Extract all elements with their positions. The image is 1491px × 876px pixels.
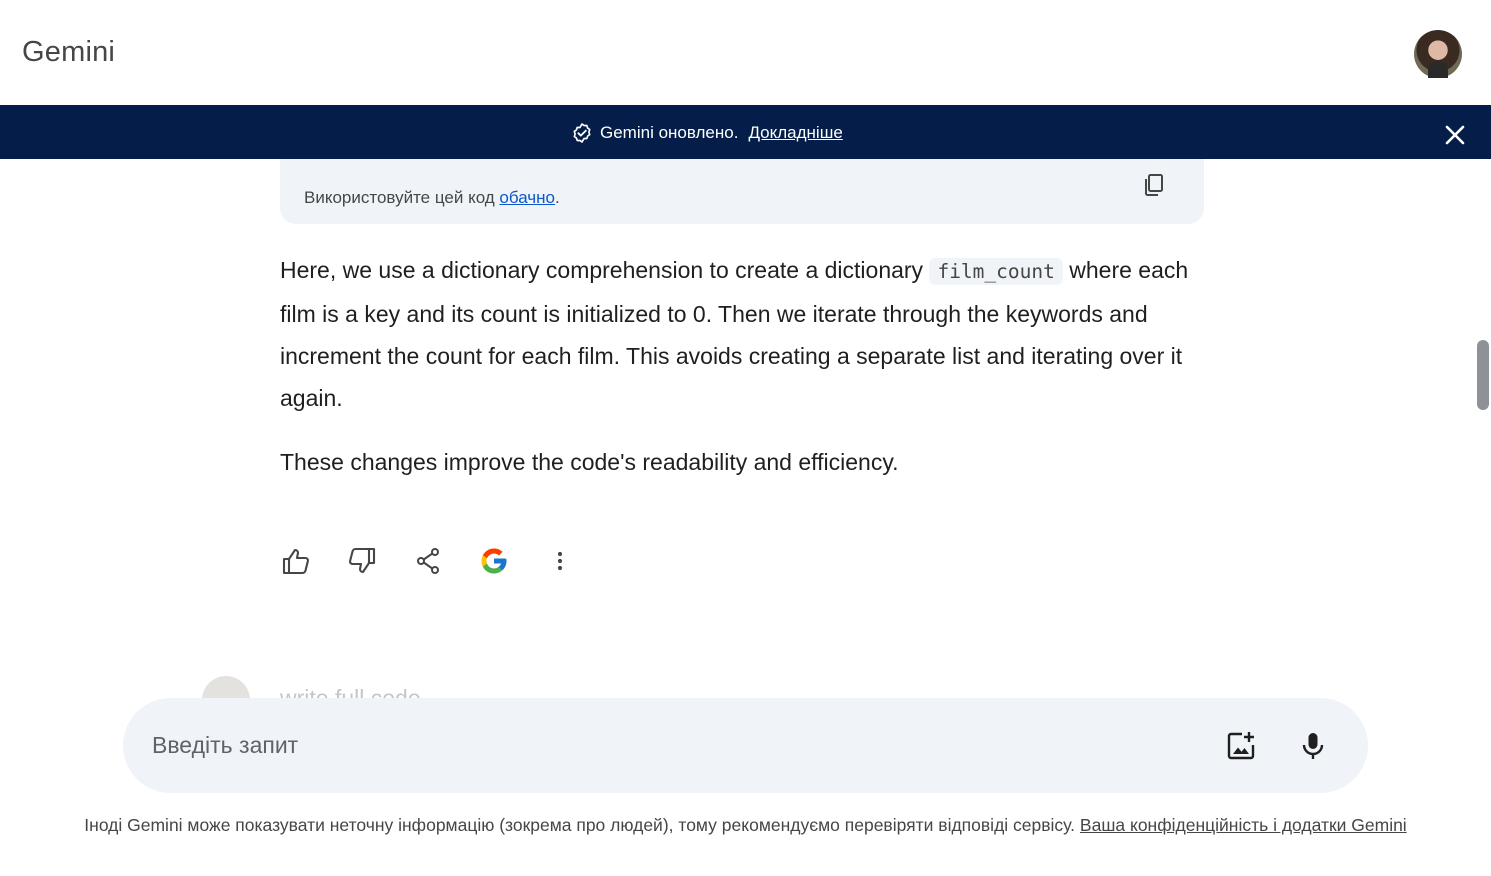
code-note-suffix: .: [555, 188, 560, 207]
banner-message: Gemini оновлено.: [600, 123, 739, 142]
banner-learn-more-link[interactable]: Докладніше: [748, 123, 842, 143]
update-banner: Gemini оновлено. Докладніше: [0, 105, 1491, 159]
para1-text-before: Here, we use a dictionary comprehension …: [280, 257, 930, 283]
previous-prompt-avatar: [202, 676, 250, 698]
mic-icon[interactable]: [1297, 730, 1329, 762]
prompt-input[interactable]: [152, 728, 1192, 762]
response-paragraph-2: These changes improve the code's readabi…: [280, 449, 899, 475]
thumbs-up-button[interactable]: [280, 545, 312, 577]
privacy-link[interactable]: Ваша конфіденційність і додатки Gemini: [1080, 815, 1407, 835]
code-caution-note: Використовуйте цей код обачно.: [304, 188, 560, 208]
conversation-area: Використовуйте цей код обачно. Here, we …: [0, 159, 1491, 698]
google-search-button[interactable]: [478, 545, 510, 577]
google-icon: [481, 548, 507, 574]
prompt-input-bar: [123, 698, 1368, 793]
thumbs-down-button[interactable]: [346, 545, 378, 577]
code-note-prefix: Використовуйте цей код: [304, 188, 500, 207]
code-caution-link[interactable]: обачно: [499, 188, 555, 207]
response-paragraph-1: Here, we use a dictionary comprehension …: [280, 249, 1204, 419]
disclaimer-text: Іноді Gemini може показувати неточну інф…: [84, 815, 1076, 835]
banner-content: Gemini оновлено. Докладніше: [571, 122, 843, 144]
verified-badge-icon: [573, 123, 591, 143]
app-title[interactable]: Gemini: [22, 36, 115, 69]
previous-prompt-text: write full code: [280, 685, 421, 698]
top-bar: Gemini: [0, 0, 1491, 105]
code-block-footer: Використовуйте цей код обачно.: [280, 159, 1204, 224]
thumbs-up-icon: [282, 548, 310, 575]
user-avatar[interactable]: [1414, 30, 1462, 78]
share-button[interactable]: [412, 545, 444, 577]
more-vert-icon: [557, 551, 563, 571]
scrollbar-thumb[interactable]: [1477, 340, 1489, 410]
copy-icon[interactable]: [1141, 172, 1167, 198]
add-image-icon[interactable]: [1225, 730, 1257, 762]
disclaimer: Іноді Gemini може показувати неточну інф…: [60, 813, 1431, 837]
more-options-button[interactable]: [544, 545, 576, 577]
share-icon: [417, 548, 439, 574]
close-icon[interactable]: [1443, 123, 1467, 147]
inline-code: film_count: [929, 258, 1063, 285]
response-actions: [280, 544, 610, 578]
thumbs-down-icon: [348, 547, 376, 574]
